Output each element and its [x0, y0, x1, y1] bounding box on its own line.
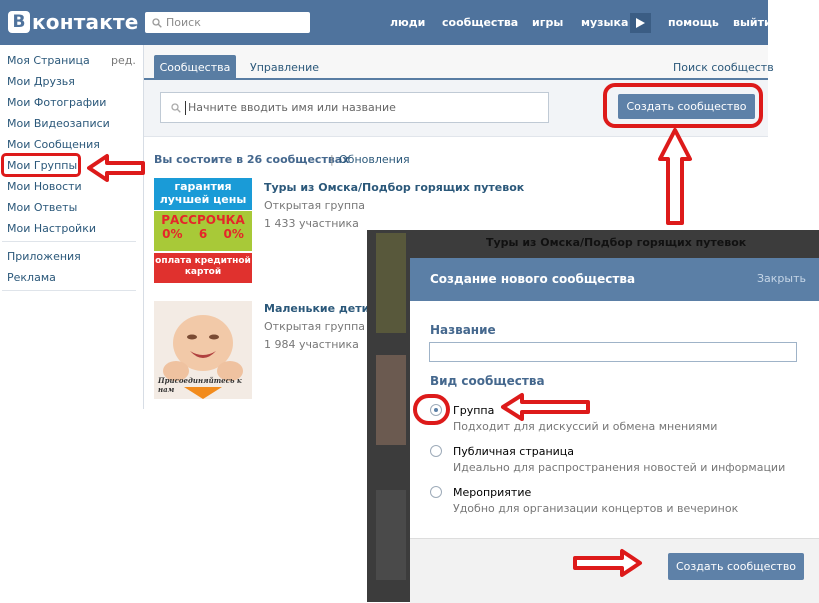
promo-text: 6 — [198, 227, 208, 241]
radio-event[interactable] — [430, 486, 442, 498]
annotation-arrow-left-icon — [87, 154, 145, 182]
sidebar-item-videos[interactable]: Мои Видеозаписи — [7, 117, 110, 130]
sidebar-item-my-page[interactable]: Моя Страница — [7, 54, 90, 67]
promo-text: 0% — [162, 227, 183, 241]
separator: | — [330, 153, 334, 166]
dimmed-promo — [376, 233, 406, 333]
promo-text: лучшей цены — [159, 193, 247, 206]
dialog-create-button[interactable]: Создать сообщество — [668, 553, 804, 580]
nav-logout[interactable]: выйти — [733, 16, 772, 29]
membership-count: Вы состоите в 26 сообществах — [154, 153, 350, 166]
dialog-close-link[interactable]: Закрыть — [757, 272, 806, 285]
community-name-input[interactable] — [429, 342, 797, 362]
nav-people[interactable]: люди — [390, 16, 425, 29]
promo-banner-installment: РАССРОЧКА 0% 6 0% — [154, 211, 252, 251]
promo-banner-card: оплата кредитной картой — [154, 253, 252, 283]
tab-communities[interactable]: Сообщества — [154, 55, 236, 79]
sidebar-divider — [2, 241, 136, 242]
updates-link[interactable]: Обновления — [339, 153, 410, 166]
group-name[interactable]: Маленькие дети — [264, 302, 369, 315]
nav-communities[interactable]: сообщества — [442, 16, 518, 29]
group-members: 1 433 участника — [264, 217, 359, 230]
radio-public-page-desc: Идеально для распространения новостей и … — [453, 461, 786, 474]
radio-group-label[interactable]: Группа — [453, 404, 494, 417]
radio-public-page[interactable] — [430, 445, 442, 457]
name-label: Название — [430, 323, 496, 337]
annotation-ring-groups — [1, 153, 81, 177]
group-avatar-babies[interactable]: Присоединяйтесь к нам — [154, 301, 252, 399]
sidebar-item-photos[interactable]: Мои Фотографии — [7, 96, 106, 109]
search-icon — [171, 102, 181, 113]
vk-logo[interactable]: В контакте — [8, 8, 139, 36]
sidebar-item-answers[interactable]: Мои Ответы — [7, 201, 77, 214]
radio-event-desc: Удобно для организации концертов и вечер… — [453, 502, 739, 515]
nav-games[interactable]: игры — [532, 16, 563, 29]
promo-text: 0% — [223, 227, 244, 241]
search-icon — [152, 17, 162, 28]
annotation-arrow-right-icon — [573, 549, 642, 577]
vk-logo-icon: В — [8, 11, 30, 33]
nav-help[interactable]: помощь — [668, 16, 719, 29]
group-type: Открытая группа — [264, 199, 366, 212]
sidebar-divider — [2, 290, 136, 291]
tab-manage[interactable]: Управление — [250, 61, 319, 74]
sidebar-item-news[interactable]: Мои Новости — [7, 180, 82, 193]
annotation-arrow-left-icon — [501, 393, 590, 421]
sidebar-edit-link[interactable]: ред. — [111, 54, 136, 67]
top-search-placeholder: Поиск — [166, 16, 201, 29]
sidebar-item-friends[interactable]: Мои Друзья — [7, 75, 75, 88]
group-name[interactable]: Туры из Омска/Подбор горящих путевок — [264, 181, 524, 194]
dimmed-baby — [376, 355, 406, 445]
group-members: 1 984 участника — [264, 338, 359, 351]
group-search-input[interactable]: Начните вводить имя или название — [160, 92, 549, 123]
promo-text: картой — [184, 267, 222, 277]
tab-search-communities[interactable]: Поиск сообществ — [673, 61, 774, 74]
vk-logo-text: контакте — [32, 10, 139, 34]
community-type-label: Вид сообщества — [430, 374, 545, 388]
text-cursor — [185, 100, 186, 115]
group-type: Открытая группа — [264, 320, 366, 333]
dimmed-thumb — [376, 490, 406, 580]
promo-text: гарантия — [174, 180, 232, 193]
group-search-placeholder: Начните вводить имя или название — [188, 101, 396, 114]
annotation-arrow-up-icon — [658, 128, 692, 225]
baby-caption: Присоединяйтесь к нам — [158, 376, 242, 394]
radio-event-label[interactable]: Мероприятие — [453, 486, 531, 499]
dimmed-group-name: Туры из Омска/Подбор горящих путевок — [486, 236, 747, 249]
promo-text: оплата кредитной — [155, 256, 251, 266]
sidebar-item-apps[interactable]: Приложения — [7, 250, 81, 263]
promo-text: РАССРОЧКА — [161, 213, 245, 227]
play-icon — [636, 18, 645, 28]
group-avatar-tours[interactable]: гарантия лучшей цены РАССРОЧКА 0% 6 0% о… — [154, 178, 252, 283]
annotation-ring-radio — [413, 394, 450, 425]
sidebar-item-ads[interactable]: Реклама — [7, 271, 56, 284]
music-play-button[interactable] — [630, 13, 651, 33]
sidebar-item-settings[interactable]: Мои Настройки — [7, 222, 96, 235]
sidebar-item-messages[interactable]: Мои Сообщения — [7, 138, 100, 151]
top-search-input[interactable]: Поиск — [145, 12, 310, 33]
dialog-title: Создание нового сообщества — [430, 272, 636, 286]
promo-banner-price: гарантия лучшей цены — [154, 178, 252, 210]
annotation-ring-create — [603, 83, 763, 128]
radio-public-page-label[interactable]: Публичная страница — [453, 445, 574, 458]
nav-music[interactable]: музыка — [581, 16, 628, 29]
